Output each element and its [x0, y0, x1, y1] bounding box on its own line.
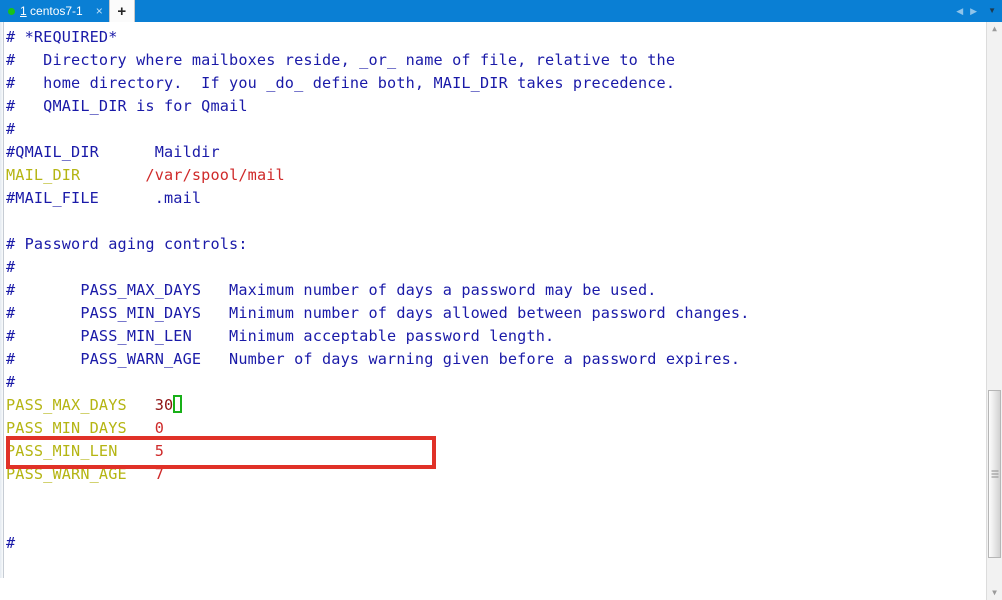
tab-nav-controls: ◀ ▶ ▼: [956, 0, 1002, 22]
editor-line: # QMAIL_DIR is for Qmail: [6, 95, 981, 118]
editor-line: PASS_MAX_DAYS 30: [6, 394, 981, 417]
config-spacer: [80, 166, 145, 184]
comment-text: #QMAIL_DIR Maildir: [6, 143, 220, 161]
editor-line: #MAIL_FILE .mail: [6, 187, 981, 210]
watermark: 创新互联: [870, 574, 972, 578]
comment-text: #: [6, 373, 16, 391]
config-spacer: [118, 442, 155, 460]
editor-buffer[interactable]: # *REQUIRED* # Directory where mailboxes …: [6, 26, 981, 555]
editor-blank-line: [6, 210, 981, 233]
terminal-window: 1 centos7-1 × + ◀ ▶ ▼ # *REQUIRED* # Dire…: [0, 0, 1002, 600]
config-key: PASS_MIN_LEN: [6, 442, 118, 460]
comment-text: #: [6, 534, 16, 552]
scrollbar-thumb[interactable]: [988, 390, 1001, 558]
text-cursor: [173, 395, 183, 413]
editor-line: # PASS_MIN_DAYS Minimum number of days a…: [6, 302, 981, 325]
config-value: 30: [154, 396, 174, 414]
tab-index: 1: [20, 4, 27, 18]
editor-line: PASS_MIN_LEN 5: [6, 440, 981, 463]
comment-text: #: [6, 258, 16, 276]
scroll-up-icon[interactable]: ▲: [987, 22, 1002, 36]
comment-text: # Directory where mailboxes reside, _or_…: [6, 51, 676, 69]
tab-bar: 1 centos7-1 × + ◀ ▶ ▼: [0, 0, 1002, 22]
comment-text: #: [6, 120, 16, 138]
config-value: /var/spool/mail: [145, 166, 285, 184]
editor-line: # Directory where mailboxes reside, _or_…: [6, 49, 981, 72]
config-spacer: [127, 396, 155, 414]
config-spacer: [127, 465, 155, 483]
editor-line: # home directory. If you _do_ define bot…: [6, 72, 981, 95]
session-connected-dot: [8, 7, 15, 15]
new-tab-button[interactable]: +: [108, 0, 135, 22]
editor-line: #: [6, 532, 981, 555]
comment-text: # QMAIL_DIR is for Qmail: [6, 97, 248, 115]
tab-bar-spacer: [135, 0, 956, 22]
tab-label: 1 centos7-1: [20, 4, 83, 18]
comment-text: # *REQUIRED*: [6, 28, 118, 46]
chevron-left-icon[interactable]: ◀: [956, 6, 963, 16]
left-gutter-rule: [3, 22, 4, 578]
config-value: 5: [154, 442, 165, 460]
editor-line: #QMAIL_DIR Maildir: [6, 141, 981, 164]
comment-text: # PASS_WARN_AGE Number of days warning g…: [6, 350, 741, 368]
editor-line: PASS_MIN_DAYS 0: [6, 417, 981, 440]
editor-line: PASS_WARN_AGE 7: [6, 463, 981, 486]
config-key: PASS_MAX_DAYS: [6, 396, 127, 414]
editor-line: MAIL_DIR /var/spool/mail: [6, 164, 981, 187]
config-key: PASS_WARN_AGE: [6, 465, 127, 483]
editor-line: #: [6, 256, 981, 279]
comment-text: # PASS_MIN_DAYS Minimum number of days a…: [6, 304, 750, 322]
scrollbar-grip-icon: [991, 470, 998, 478]
editor-line: # Password aging controls:: [6, 233, 981, 256]
config-value: 7: [154, 465, 165, 483]
close-icon[interactable]: ×: [96, 5, 103, 17]
comment-text: # home directory. If you _do_ define bot…: [6, 74, 676, 92]
editor-blank-line: [6, 509, 981, 532]
config-value: 0: [154, 419, 165, 437]
editor-line: # PASS_WARN_AGE Number of days warning g…: [6, 348, 981, 371]
editor-line: #: [6, 118, 981, 141]
config-key: PASS_MIN_DAYS: [6, 419, 127, 437]
comment-text: # PASS_MAX_DAYS Maximum number of days a…: [6, 281, 657, 299]
scroll-down-icon[interactable]: ▼: [987, 586, 1002, 600]
comment-text: #MAIL_FILE .mail: [6, 189, 202, 207]
comment-text: # PASS_MIN_LEN Minimum acceptable passwo…: [6, 327, 555, 345]
tab-name: centos7-1: [26, 4, 83, 18]
editor-line: # PASS_MIN_LEN Minimum acceptable passwo…: [6, 325, 981, 348]
editor-blank-line: [6, 486, 981, 509]
editor-line: #: [6, 371, 981, 394]
config-spacer: [127, 419, 155, 437]
chevron-right-icon[interactable]: ▶: [970, 6, 977, 16]
vertical-scrollbar[interactable]: ▲ ▼: [986, 22, 1002, 600]
chevron-down-icon[interactable]: ▼: [988, 7, 996, 15]
editor-line: # PASS_MAX_DAYS Maximum number of days a…: [6, 279, 981, 302]
terminal-screen[interactable]: # *REQUIRED* # Directory where mailboxes …: [0, 22, 986, 578]
editor-line: # *REQUIRED*: [6, 26, 981, 49]
config-key: MAIL_DIR: [6, 166, 81, 184]
tab-centos7-1[interactable]: 1 centos7-1 ×: [0, 0, 109, 22]
comment-text: # Password aging controls:: [6, 235, 248, 253]
